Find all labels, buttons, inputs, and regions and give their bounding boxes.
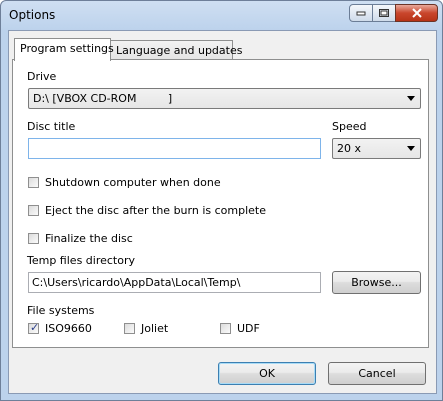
file-systems-label: File systems <box>27 304 95 317</box>
checkbox-box <box>220 323 231 334</box>
caption-buttons <box>349 4 438 22</box>
shutdown-checkbox[interactable]: Shutdown computer when done <box>28 176 221 189</box>
checkbox-box <box>28 233 39 244</box>
title-bar[interactable]: Options <box>1 1 442 31</box>
joliet-checkbox[interactable]: Joliet <box>124 322 168 335</box>
minimize-button[interactable] <box>349 4 373 22</box>
iso9660-label: ISO9660 <box>45 322 92 335</box>
udf-checkbox[interactable]: UDF <box>220 322 260 335</box>
temp-dir-label: Temp files directory <box>27 254 136 267</box>
maximize-icon <box>379 9 389 17</box>
disc-title-input[interactable] <box>28 138 321 159</box>
temp-dir-input[interactable]: C:\Users\ricardo\AppData\Local\Temp\ <box>28 272 321 293</box>
drive-label: Drive <box>27 70 57 83</box>
speed-value: 20 x <box>337 142 362 155</box>
temp-dir-value: C:\Users\ricardo\AppData\Local\Temp\ <box>32 276 241 289</box>
checkbox-box <box>28 205 39 216</box>
dialog-client-area: Program settings Language and updates Dr… <box>8 30 437 394</box>
drive-value: D:\ [VBOX CD-ROM ] <box>33 92 173 105</box>
finalize-disc-checkbox[interactable]: Finalize the disc <box>28 232 133 245</box>
close-icon <box>411 8 422 18</box>
iso9660-checkbox[interactable]: ✓ ISO9660 <box>28 321 92 335</box>
program-settings-panel: Drive D:\ [VBOX CD-ROM ] Disc title Spee… <box>12 59 429 348</box>
speed-select[interactable]: 20 x <box>332 138 421 159</box>
shutdown-label: Shutdown computer when done <box>45 176 221 189</box>
eject-disc-label: Eject the disc after the burn is complet… <box>45 204 266 217</box>
chevron-down-icon <box>407 96 415 101</box>
maximize-button[interactable] <box>372 4 396 22</box>
options-window: Options Program settings Language and up… <box>0 0 443 401</box>
cancel-button[interactable]: Cancel <box>328 362 426 385</box>
checkbox-box <box>124 323 135 334</box>
chevron-down-icon <box>407 146 415 151</box>
window-title: Options <box>9 8 56 22</box>
close-button[interactable] <box>395 4 438 22</box>
udf-label: UDF <box>237 322 260 335</box>
checkbox-box: ✓ <box>28 321 40 334</box>
minimize-icon <box>356 11 366 16</box>
finalize-disc-label: Finalize the disc <box>45 232 133 245</box>
joliet-label: Joliet <box>141 322 169 335</box>
tab-program-settings[interactable]: Program settings <box>14 38 114 61</box>
eject-disc-checkbox[interactable]: Eject the disc after the burn is complet… <box>28 204 266 217</box>
drive-select[interactable]: D:\ [VBOX CD-ROM ] <box>28 88 421 109</box>
ok-button[interactable]: OK <box>218 362 316 385</box>
disc-title-label: Disc title <box>27 120 76 133</box>
checkbox-box <box>28 177 39 188</box>
checkmark-icon: ✓ <box>30 321 40 334</box>
browse-button[interactable]: Browse... <box>332 271 421 294</box>
speed-label: Speed <box>332 120 367 133</box>
tab-language-and-updates[interactable]: Language and updates <box>110 40 242 60</box>
